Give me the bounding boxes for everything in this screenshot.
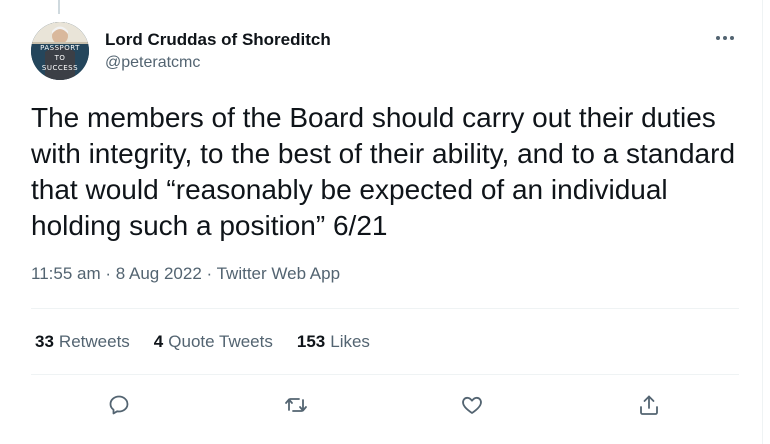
avatar-book-line-2: TO	[54, 54, 66, 62]
share-icon	[640, 395, 658, 415]
heart-icon	[462, 396, 482, 414]
tweet-meta: 11:55 am · 8 Aug 2022 · Twitter Web App	[31, 264, 340, 284]
thread-connector-line	[58, 0, 60, 14]
action-bar	[31, 383, 739, 425]
reply-icon	[109, 395, 129, 415]
likes-count: 153	[296, 332, 326, 351]
retweets-count: 33	[35, 332, 54, 351]
meta-separator: ·	[206, 264, 217, 283]
likes-stat[interactable]: 153 Likes	[297, 332, 370, 352]
tweet-time[interactable]: 11:55 am	[31, 264, 101, 283]
more-options-button[interactable]	[712, 28, 738, 48]
tweet-card: PASSPORT TO SUCCESS Lord Cruddas of Shor…	[0, 0, 770, 444]
tweet-text: The members of the Board should carry ou…	[31, 102, 736, 241]
retweets-stat[interactable]: 33 Retweets	[35, 332, 130, 352]
avatar-book-line-3: SUCCESS	[41, 64, 79, 72]
retweet-icon	[285, 398, 307, 412]
like-button[interactable]	[454, 387, 490, 423]
quote-tweets-stat[interactable]: 4 Quote Tweets	[154, 332, 273, 352]
divider	[31, 374, 739, 375]
engagement-stats: 33 Retweets 4 Quote Tweets 153 Likes	[35, 332, 394, 352]
more-icon	[716, 36, 734, 40]
retweet-button[interactable]	[278, 387, 314, 423]
avatar[interactable]: PASSPORT TO SUCCESS	[31, 22, 89, 80]
tweet-date[interactable]: 8 Aug 2022	[116, 264, 202, 283]
likes-label: Likes	[330, 332, 370, 351]
author-name[interactable]: Lord Cruddas of Shoreditch	[105, 30, 331, 50]
retweets-label: Retweets	[58, 332, 130, 351]
quote-tweets-label: Quote Tweets	[168, 332, 273, 351]
avatar-book-line-1: PASSPORT	[40, 44, 80, 52]
quote-tweets-count: 4	[153, 332, 164, 351]
tweet-source[interactable]: Twitter Web App	[217, 264, 340, 283]
divider	[31, 308, 739, 309]
share-button[interactable]	[631, 387, 667, 423]
meta-separator: ·	[105, 264, 116, 283]
reply-button[interactable]	[101, 387, 137, 423]
author-handle[interactable]: @peteratcmc	[105, 54, 200, 72]
column-border	[762, 0, 763, 444]
